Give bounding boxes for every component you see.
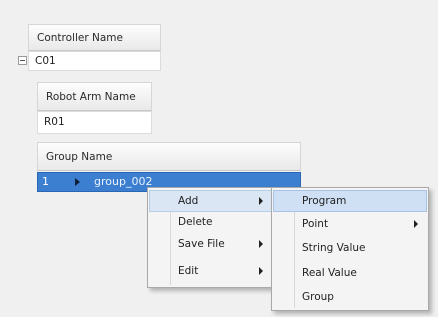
collapse-minus-icon[interactable] [18, 56, 27, 65]
menu-item-edit[interactable]: Edit [150, 261, 271, 281]
submenu-arrow-icon [414, 220, 418, 228]
row-index: 1 [42, 175, 49, 188]
menu-item-delete[interactable]: Delete [150, 212, 271, 232]
robot-arm-name-header[interactable]: Robot Arm Name [37, 82, 152, 111]
submenu-item-group-label: Group [302, 291, 334, 303]
controller-name-cell[interactable]: C01 [28, 51, 161, 71]
controller-name-header[interactable]: Controller Name [28, 24, 161, 51]
row-pointer-icon [75, 178, 80, 186]
submenu-arrow-icon [259, 267, 263, 275]
add-submenu: Program Point String Value Real Value Gr… [271, 187, 429, 311]
submenu-item-point-label: Point [302, 218, 329, 230]
robot-arm-name-cell[interactable]: R01 [37, 111, 152, 134]
submenu-item-point[interactable]: Point [274, 214, 426, 234]
group-name-value[interactable]: group_002 [94, 175, 152, 188]
menu-item-add[interactable]: Add [149, 190, 272, 212]
menu-item-delete-label: Delete [178, 216, 213, 228]
submenu-item-string-value[interactable]: String Value [274, 238, 426, 258]
submenu-arrow-icon [259, 197, 263, 205]
submenu-item-program-label: Program [302, 195, 347, 207]
submenu-item-real-value-label: Real Value [302, 267, 357, 279]
submenu-item-group[interactable]: Group [274, 287, 426, 307]
submenu-arrow-icon [259, 240, 263, 248]
menu-item-edit-label: Edit [178, 265, 199, 277]
context-menu: Add Delete Save File Edit [147, 187, 274, 288]
tree-grid-view: Controller Name C01 Robot Arm Name R01 G… [0, 0, 438, 317]
group-name-header[interactable]: Group Name [37, 142, 301, 171]
submenu-item-real-value[interactable]: Real Value [274, 263, 426, 283]
submenu-item-string-value-label: String Value [302, 242, 366, 254]
menu-item-save-file[interactable]: Save File [150, 234, 271, 254]
menu-item-add-label: Add [178, 195, 199, 207]
menu-item-save-file-label: Save File [178, 238, 225, 250]
submenu-item-program[interactable]: Program [273, 190, 427, 212]
